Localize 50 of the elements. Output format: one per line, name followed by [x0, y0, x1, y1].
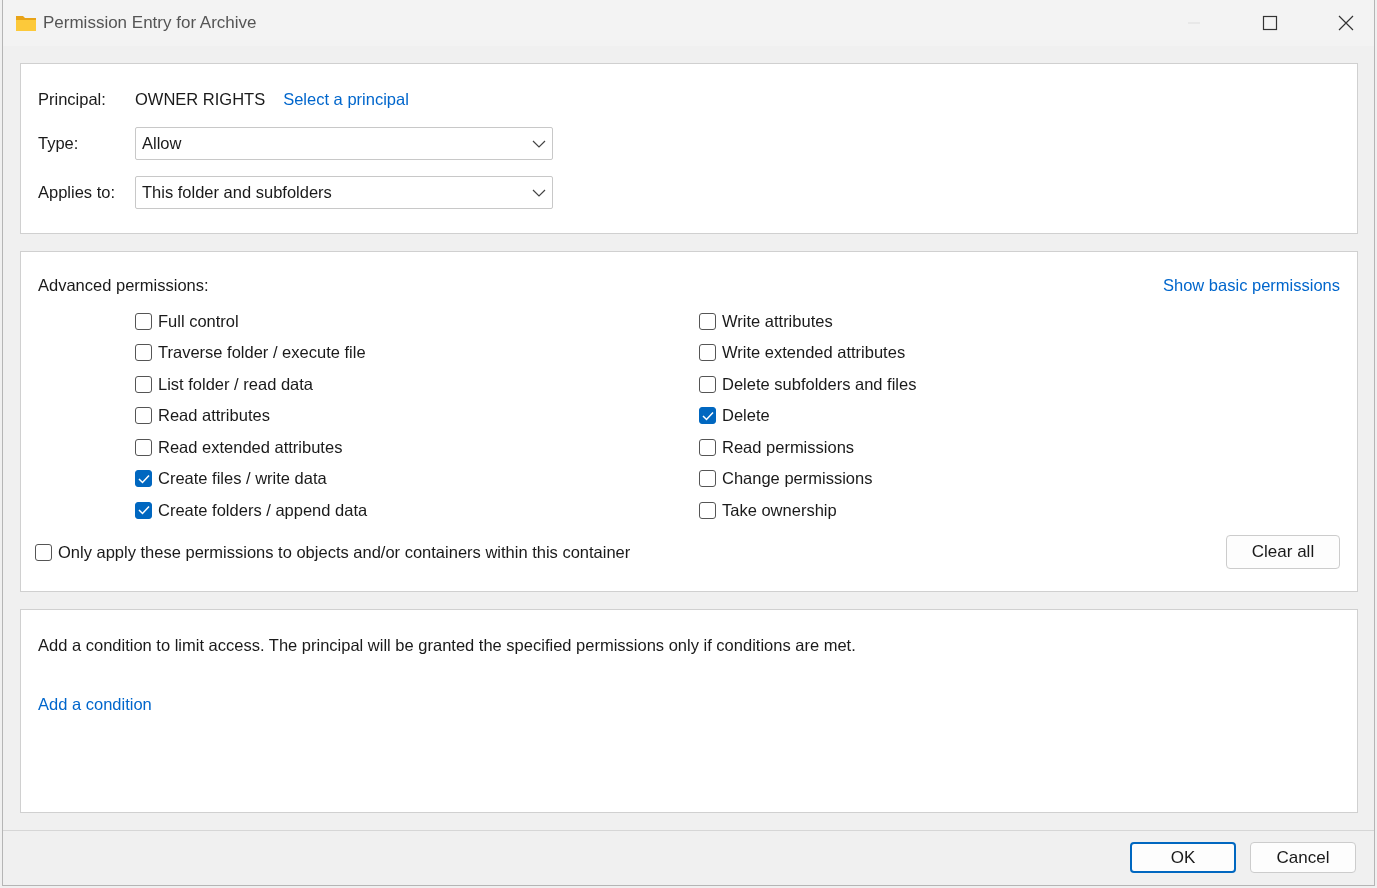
- permission-label: Traverse folder / execute file: [158, 343, 366, 363]
- permission-label: Read permissions: [722, 437, 855, 457]
- checkbox[interactable]: [135, 312, 152, 330]
- permission-label: Delete: [722, 406, 770, 426]
- checkbox[interactable]: [135, 501, 152, 519]
- permission-label: List folder / read data: [158, 374, 313, 394]
- permission-label: Create folders / append data: [158, 500, 368, 520]
- show-basic-permissions-link[interactable]: Show basic permissions: [1163, 275, 1340, 295]
- checkbox[interactable]: [699, 438, 716, 456]
- permission-label: Take ownership: [722, 500, 837, 520]
- only-apply-label: Only apply these permissions to objects and/or containers within this container: [58, 542, 631, 562]
- window-title: Permission Entry for Archive: [43, 12, 257, 33]
- add-condition-link[interactable]: Add a condition: [38, 694, 152, 714]
- condition-description: Add a condition to limit access. The principal will be granted the specified permissions only if conditions are met.: [38, 635, 856, 655]
- permission-label: Full control: [158, 311, 239, 331]
- dialog-button[interactable]: OK: [1130, 842, 1236, 874]
- checkbox[interactable]: [135, 470, 152, 488]
- chevron-down-icon: [532, 139, 546, 148]
- checkbox[interactable]: [135, 344, 152, 362]
- close-icon[interactable]: [1338, 14, 1354, 31]
- folder-icon: [15, 13, 37, 32]
- checkbox[interactable]: [135, 438, 152, 456]
- checkbox[interactable]: [699, 375, 716, 393]
- principal-label: Principal:: [38, 90, 107, 110]
- chevron-down-icon: [532, 188, 546, 197]
- checkbox[interactable]: [699, 501, 716, 519]
- checkbox[interactable]: [699, 407, 716, 425]
- select-principal-link[interactable]: Select a principal: [283, 90, 409, 110]
- checkbox[interactable]: [699, 344, 716, 362]
- principal-value: OWNER RIGHTS: [135, 90, 266, 110]
- maximize-icon[interactable]: [1262, 14, 1278, 31]
- checkbox[interactable]: [699, 312, 716, 330]
- dialog-button[interactable]: Cancel: [1250, 842, 1356, 874]
- permission-label: Read extended attributes: [158, 437, 343, 457]
- permission-label: Read attributes: [158, 406, 270, 426]
- permission-label: Change permissions: [722, 469, 873, 489]
- advanced-permissions-heading: Advanced permissions:: [38, 275, 209, 295]
- checkbox[interactable]: [135, 407, 152, 425]
- type-dropdown[interactable]: Allow: [135, 127, 553, 161]
- clear-all-button[interactable]: Clear all: [1226, 535, 1340, 570]
- checkbox[interactable]: [699, 470, 716, 488]
- checkbox[interactable]: [35, 543, 52, 561]
- applies-to-label: Applies to:: [38, 183, 117, 203]
- checkbox[interactable]: [135, 375, 152, 393]
- permission-label: Write extended attributes: [722, 343, 906, 363]
- applies-to-dropdown[interactable]: This folder and subfolders: [135, 176, 553, 210]
- permission-label: Delete subfolders and files: [722, 374, 917, 394]
- permission-label: Write attributes: [722, 311, 833, 331]
- permission-label: Create files / write data: [158, 469, 327, 489]
- type-label: Type:: [38, 134, 80, 154]
